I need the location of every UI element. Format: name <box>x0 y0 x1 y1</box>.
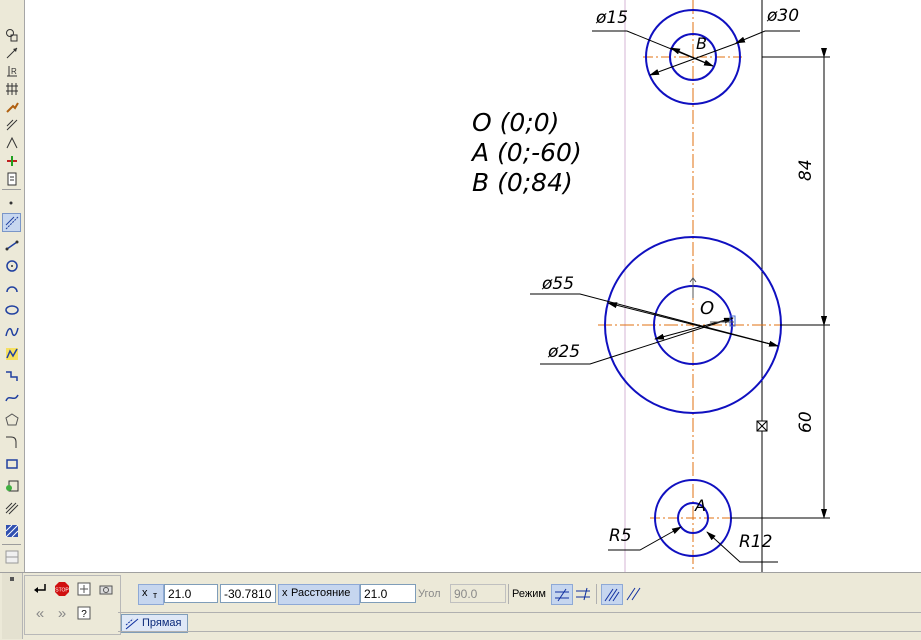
polyline-icon[interactable] <box>3 345 20 362</box>
angle-label: Угол <box>418 588 441 600</box>
panel-commands: STOP « » ? <box>24 575 121 635</box>
bezier-icon[interactable] <box>3 389 20 406</box>
parametrization-icon[interactable] <box>3 98 20 115</box>
measure-icon[interactable] <box>3 116 20 133</box>
note-line-a: A (0;-60) <box>472 138 582 167</box>
rectangle-icon[interactable] <box>3 455 20 472</box>
dim-text-60[interactable]: 60 <box>796 409 816 433</box>
svg-text:R: R <box>11 67 17 76</box>
point-icon[interactable] <box>3 194 20 211</box>
distance-lock-toggle[interactable]: x Расстояние <box>278 584 360 605</box>
dimensions-icon[interactable] <box>3 44 20 61</box>
angle-field[interactable]: 90.0 <box>450 584 506 603</box>
next-object-icon[interactable]: » <box>53 604 71 622</box>
grid-icon[interactable] <box>3 548 20 565</box>
leader-d30[interactable] <box>735 30 800 44</box>
dim-text-84[interactable]: 84 <box>796 157 816 181</box>
label-point-b: B <box>696 34 707 53</box>
hatch-icon[interactable] <box>3 522 20 539</box>
fillet-icon[interactable] <box>3 433 20 450</box>
dim-text-d55[interactable]: ø55 <box>542 274 574 294</box>
distance-label: Расстояние <box>291 587 351 599</box>
label-point-a: A <box>695 496 706 515</box>
stop-icon[interactable]: STOP <box>53 580 71 598</box>
editing-icon[interactable] <box>3 80 20 97</box>
panel-grip[interactable] <box>2 573 23 639</box>
spec-icon[interactable] <box>3 152 20 169</box>
mode-perpendicular-icon[interactable] <box>573 584 593 603</box>
dim-text-d30[interactable]: ø30 <box>767 6 799 26</box>
ellipse-icon[interactable] <box>3 301 20 318</box>
y-coordinate-field[interactable]: -30.7810 <box>220 584 276 603</box>
mode-label: Режим <box>512 588 546 600</box>
enter-icon[interactable] <box>31 580 49 598</box>
svg-text:STOP: STOP <box>55 588 69 594</box>
dim-text-d25[interactable]: ø25 <box>548 342 580 362</box>
designations-icon[interactable]: R <box>3 62 20 79</box>
prev-object-icon[interactable]: « <box>31 604 49 622</box>
x-lock-toggle[interactable]: x т <box>138 584 164 605</box>
report-icon[interactable] <box>3 170 20 187</box>
coordinates-note: O (0;0) A (0;-60) B (0;84) <box>472 108 582 198</box>
arc-icon[interactable] <box>3 279 20 296</box>
distance-field[interactable]: 21.0 <box>360 584 416 603</box>
segment-icon[interactable] <box>3 236 20 253</box>
cursor-snap-icon <box>756 420 768 432</box>
note-line-b: B (0;84) <box>472 168 573 197</box>
camera-icon[interactable] <box>97 580 115 598</box>
circle-icon[interactable] <box>3 257 20 274</box>
polygon-icon[interactable] <box>3 411 20 428</box>
nurbs-icon[interactable] <box>3 367 20 384</box>
dim-text-r12[interactable]: R12 <box>739 532 772 552</box>
dim-text-r5[interactable]: R5 <box>609 526 632 546</box>
left-toolbar: R <box>0 0 25 572</box>
auxiliary-line-icon[interactable] <box>2 213 21 232</box>
svg-text:?: ? <box>81 609 87 620</box>
auto-create-icon[interactable] <box>75 580 93 598</box>
help-icon[interactable]: ? <box>75 604 93 622</box>
continuous-input-icon[interactable] <box>3 323 20 340</box>
note-line-o: O (0;0) <box>472 108 560 137</box>
contour-icon[interactable] <box>3 477 20 494</box>
mode-lines-icon[interactable] <box>623 584 643 603</box>
label-point-o: O <box>700 298 715 319</box>
select-icon[interactable] <box>3 134 20 151</box>
leader-d15[interactable] <box>592 30 714 67</box>
equidistant-icon[interactable] <box>3 499 20 516</box>
mode-hatch-icon[interactable] <box>601 584 623 605</box>
geometry-icon[interactable] <box>3 26 20 43</box>
mode-parallel-icon[interactable] <box>551 584 573 605</box>
property-panel: STOP « » ? x т 21.0 -30.7810 x Расстояни… <box>0 572 921 640</box>
drawing-canvas[interactable]: O (0;0) A (0;-60) B (0;84) B O A ø15 ø30… <box>25 0 921 572</box>
line-tool-icon <box>125 618 139 629</box>
x-coordinate-field[interactable]: 21.0 <box>164 584 218 603</box>
dim-text-d15[interactable]: ø15 <box>596 8 628 28</box>
tab-pryamaya-label: Прямая <box>142 617 182 629</box>
